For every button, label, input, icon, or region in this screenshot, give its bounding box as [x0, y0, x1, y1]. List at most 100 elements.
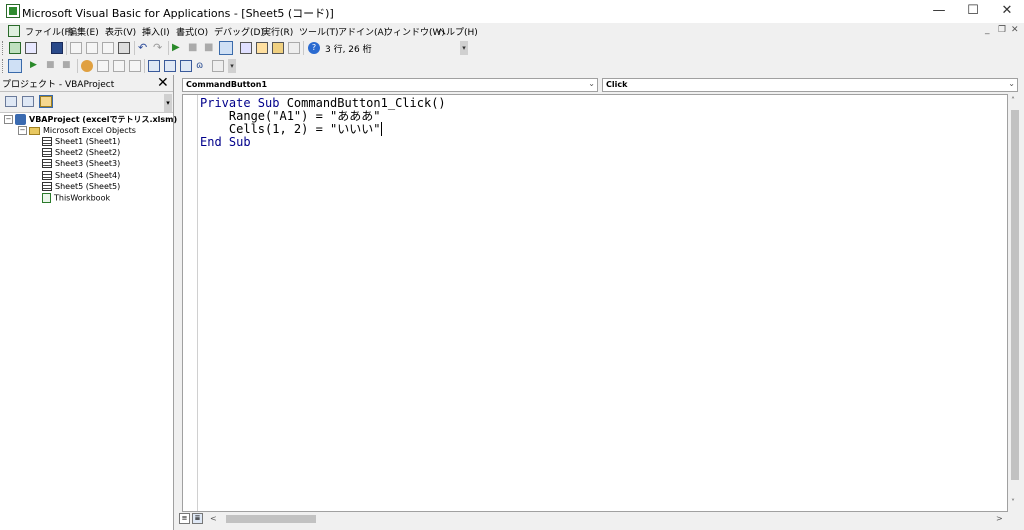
undo-icon[interactable]: ↶ [138, 42, 150, 54]
menu-view[interactable]: 表示(V) [105, 25, 136, 38]
scroll-down-arrow-icon[interactable]: ˅ [1011, 498, 1015, 507]
project-explorer-close-button[interactable]: ✕ [157, 75, 169, 91]
step-out-icon[interactable] [129, 60, 141, 72]
immediate-window-icon[interactable] [164, 60, 176, 72]
object-combo[interactable]: CommandButton1 ⌄ [182, 78, 598, 92]
menu-help[interactable]: ヘルプ(H) [437, 25, 478, 38]
call-stack-icon[interactable] [212, 60, 224, 72]
menu-bar: ファイル(F) 編集(E) 表示(V) 挿入(I) 書式(O) デバッグ(D) … [0, 23, 1024, 39]
project-explorer-panel: プロジェクト - VBAProject ✕ ▾ − VBAProject (exc… [0, 75, 177, 530]
tree-project-label: VBAProject (excelでテトリス.xlsm) [29, 115, 178, 124]
cut-icon[interactable] [70, 42, 82, 54]
help-icon[interactable]: ? [308, 42, 320, 54]
horizontal-scrollbar[interactable]: < > [206, 512, 1008, 526]
vba-app-icon[interactable] [6, 4, 20, 18]
insert-userform-icon[interactable] [25, 42, 37, 54]
object-combo-value: CommandButton1 [186, 80, 268, 89]
chevron-down-icon[interactable]: ⌄ [588, 79, 595, 88]
minimize-button[interactable]: — [922, 0, 956, 23]
vertical-scroll-thumb[interactable] [1011, 110, 1019, 480]
paste-icon[interactable] [102, 42, 114, 54]
locals-window-icon[interactable] [148, 60, 160, 72]
mdi-minimize-button[interactable]: _ [985, 25, 990, 35]
run-icon[interactable]: ▶ [172, 42, 184, 54]
menu-file[interactable]: ファイル(F) [25, 25, 73, 38]
view-object-button[interactable] [22, 96, 34, 107]
tree-item-label: ThisWorkbook [54, 193, 111, 203]
vertical-scrollbar[interactable]: ˄ ˅ [1008, 94, 1022, 512]
run-icon[interactable]: ▶ [30, 60, 42, 72]
code-margin-indicator-bar[interactable] [183, 95, 198, 511]
scroll-left-arrow-icon[interactable]: < [210, 514, 217, 523]
code-text: CommandButton1_Click() [286, 96, 446, 110]
text-caret [380, 122, 382, 136]
maximize-button[interactable]: ☐ [956, 0, 990, 23]
code-line-3[interactable]: Cells(1, 2) = "いいい" [200, 122, 382, 136]
toolbar-separator [77, 59, 78, 73]
reset-icon[interactable]: ■ [204, 42, 216, 54]
toggle-folders-button[interactable] [39, 95, 53, 108]
view-code-button[interactable] [5, 96, 17, 107]
procedure-combo[interactable]: Click ⌄ [602, 78, 1018, 92]
step-over-icon[interactable] [113, 60, 125, 72]
full-module-view-button[interactable]: ≣ [192, 513, 203, 524]
tree-folder-label: Microsoft Excel Objects [43, 126, 136, 135]
reset-icon[interactable]: ■ [62, 60, 74, 72]
code-window: CommandButton1 ⌄ Click ⌄ Private Sub Com… [178, 75, 1024, 530]
tree-item-sheet3[interactable]: Sheet3 (Sheet3) [42, 159, 120, 171]
step-into-icon[interactable] [97, 60, 109, 72]
menu-format[interactable]: 書式(O) [176, 25, 208, 38]
project-explorer-icon[interactable] [240, 42, 252, 54]
tree-item-thisworkbook[interactable]: ThisWorkbook [42, 193, 110, 205]
code-text: Range("A1") = "あああ" [200, 109, 381, 123]
design-mode-icon[interactable] [219, 41, 233, 55]
collapse-icon[interactable]: − [4, 115, 13, 124]
window-title: Microsoft Visual Basic for Applications … [22, 7, 334, 20]
design-mode-icon[interactable] [8, 59, 22, 73]
quick-watch-icon[interactable]: ɷ [196, 60, 208, 72]
chevron-down-icon[interactable]: ⌄ [1008, 79, 1015, 88]
horizontal-scroll-thumb[interactable] [226, 515, 316, 523]
menu-debug[interactable]: デバッグ(D) [214, 25, 264, 38]
scroll-right-arrow-icon[interactable]: > [996, 514, 1003, 523]
watch-window-icon[interactable] [180, 60, 192, 72]
break-icon[interactable]: ■ [188, 42, 200, 54]
code-line-2[interactable]: Range("A1") = "あああ" [200, 109, 381, 123]
menu-edit[interactable]: 編集(E) [68, 25, 99, 38]
break-icon[interactable]: ■ [46, 60, 58, 72]
tree-item-label: Sheet5 (Sheet5) [55, 182, 121, 191]
redo-icon[interactable]: ↷ [153, 42, 165, 54]
object-browser-icon[interactable] [272, 42, 284, 54]
toolbar-overflow-chevron[interactable]: ▾ [460, 41, 468, 55]
toggle-breakpoint-icon[interactable] [81, 60, 93, 72]
menu-addins[interactable]: アドイン(A) [338, 25, 387, 38]
properties-icon[interactable] [256, 42, 268, 54]
tree-item-label: Sheet1 (Sheet1) [55, 137, 121, 146]
tree-project-root[interactable]: − VBAProject (excelでテトリス.xlsm) [4, 114, 177, 126]
collapse-icon[interactable]: − [18, 126, 27, 135]
toolbox-icon[interactable] [288, 42, 300, 54]
close-button[interactable]: ✕ [990, 0, 1024, 23]
excel-icon[interactable] [8, 25, 20, 37]
toolbar-grip[interactable] [2, 59, 5, 73]
mdi-close-button[interactable]: ✕ [1011, 25, 1019, 35]
find-icon[interactable] [118, 42, 130, 54]
menu-run[interactable]: 実行(R) [262, 25, 293, 38]
code-editor[interactable]: Private Sub CommandButton1_Click() Range… [182, 94, 1008, 512]
code-line-4[interactable]: End Sub [200, 135, 251, 149]
procedure-view-button[interactable]: ≡ [179, 513, 190, 524]
toolbar-overflow-chevron[interactable]: ▾ [228, 59, 236, 73]
worksheet-icon [42, 159, 52, 168]
folder-icon [29, 126, 40, 135]
menu-insert[interactable]: 挿入(I) [142, 25, 170, 38]
menu-tools[interactable]: ツール(T) [299, 25, 339, 38]
save-icon[interactable] [51, 42, 63, 54]
menu-window[interactable]: ウィンドウ(W) [384, 25, 445, 38]
copy-icon[interactable] [86, 42, 98, 54]
excel-icon[interactable] [9, 42, 21, 54]
toolbar-grip[interactable] [2, 41, 5, 55]
mdi-restore-button[interactable]: ❐ [998, 25, 1006, 35]
code-line-1[interactable]: Private Sub CommandButton1_Click() [200, 96, 446, 110]
scroll-up-arrow-icon[interactable]: ˄ [1011, 96, 1015, 105]
project-toolbar-overflow-chevron[interactable]: ▾ [164, 94, 172, 112]
